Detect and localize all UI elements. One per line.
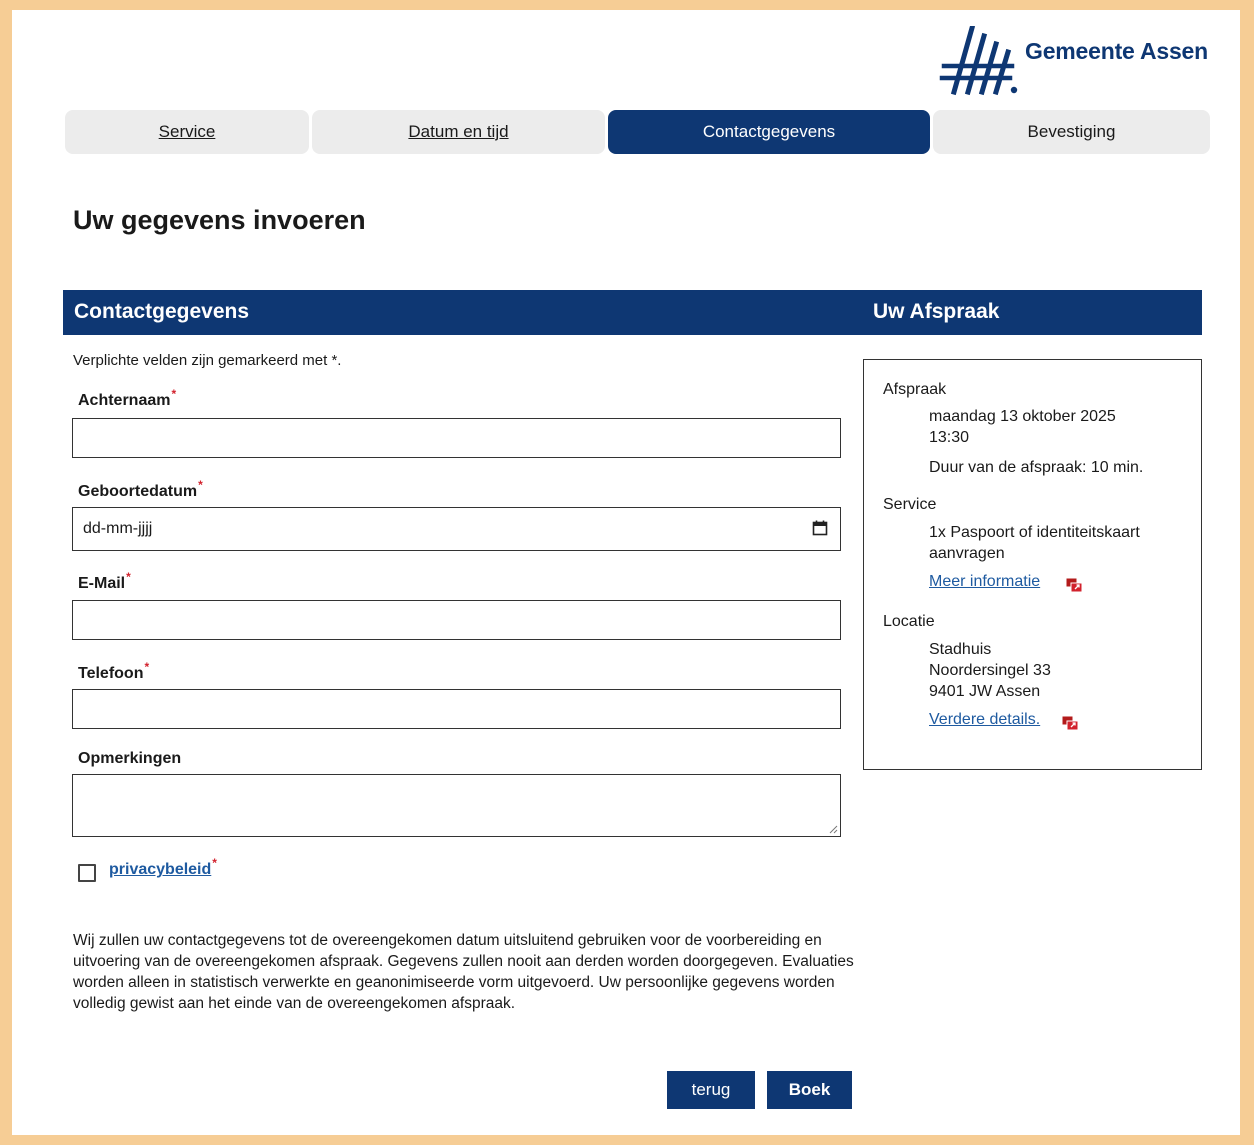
location-city: 9401 JW Assen [929, 683, 1041, 700]
tab-contactgegevens: Contactgegevens [608, 110, 930, 154]
appointment-section-title: Uw Afspraak [873, 300, 1000, 323]
location-name: Stadhuis [929, 641, 992, 658]
phone-label: Telefoon* [78, 660, 149, 683]
appointment-time: 13:30 [929, 429, 970, 446]
external-link-icon[interactable] [1062, 716, 1080, 731]
contact-section-title: Contactgegevens [74, 300, 250, 323]
external-link-icon[interactable] [1066, 578, 1084, 593]
privacy-statement: Wij zullen uw contactgegevens tot de ove… [73, 932, 854, 1012]
back-button[interactable]: terug [667, 1071, 755, 1109]
more-details-link[interactable]: Verdere details. [929, 711, 1040, 729]
tab-bevestiging-label: Bevestiging [1027, 122, 1116, 141]
required-marker: * [212, 856, 217, 870]
privacy-checkbox[interactable] [78, 864, 96, 882]
required-marker: * [126, 570, 131, 584]
email-label: E-Mail* [78, 570, 131, 593]
required-fields-note: Verplichte velden zijn gemarkeerd met *. [73, 352, 342, 369]
service-line-1: 1x Paspoort of identiteitskaart [929, 524, 1140, 541]
appointment-date: maandag 13 oktober 2025 [929, 408, 1116, 425]
privacy-link-text: privacybeleid [109, 861, 212, 878]
gemeente-assen-logo[interactable]: Gemeente Assen [938, 26, 1228, 106]
book-button[interactable]: Boek [767, 1071, 852, 1109]
required-marker: * [198, 478, 203, 492]
resize-grip-icon[interactable] [828, 824, 838, 834]
appointment-summary: Afspraak maandag 13 oktober 2025 13:30 D… [863, 359, 1202, 770]
service-label: Service [883, 496, 937, 513]
tab-datum-label: Datum en tijd [408, 122, 509, 141]
lastname-input[interactable] [72, 418, 841, 458]
birthdate-label-text: Geboortedatum [78, 483, 198, 500]
lastname-label-text: Achternaam [78, 392, 171, 409]
location-label: Locatie [883, 613, 935, 630]
tab-datum-en-tijd[interactable]: Datum en tijd [312, 110, 605, 154]
afspraak-label: Afspraak [883, 381, 947, 398]
remarks-label-text: Opmerkingen [78, 750, 182, 767]
remarks-textarea[interactable] [72, 774, 841, 837]
tab-service-label: Service [158, 122, 216, 141]
privacy-policy-link[interactable]: privacybeleid* [109, 856, 217, 879]
birthdate-input[interactable]: dd-mm-jjjj [72, 507, 841, 551]
tab-service[interactable]: Service [65, 110, 309, 154]
tab-bevestiging: Bevestiging [933, 110, 1210, 154]
page-title: Uw gegevens invoeren [73, 205, 366, 235]
brand-name: Gemeente Assen [1025, 38, 1208, 64]
required-marker: * [144, 660, 150, 674]
more-info-link[interactable]: Meer informatie [929, 573, 1040, 591]
location-street: Noordersingel 33 [929, 662, 1051, 679]
birthdate-label: Geboortedatum* [78, 478, 203, 501]
email-input[interactable] [72, 600, 841, 640]
appointment-duration: Duur van de afspraak: 10 min. [929, 459, 1144, 476]
assen-logo-icon [939, 26, 1018, 96]
phone-label-text: Telefoon [78, 665, 144, 682]
section-header-bar: Contactgegevens Uw Afspraak [63, 290, 1202, 335]
page: Gemeente Assen Service Datum en tijd Con… [12, 10, 1240, 1135]
service-line-2: aanvragen [929, 545, 1005, 562]
required-marker: * [171, 387, 177, 401]
email-label-text: E-Mail [78, 575, 126, 592]
tab-contact-label: Contactgegevens [702, 122, 836, 141]
calendar-icon[interactable] [812, 520, 828, 536]
birthdate-placeholder: dd-mm-jjjj [83, 520, 153, 537]
phone-input[interactable] [72, 689, 841, 729]
remarks-label: Opmerkingen [78, 750, 181, 768]
lastname-label: Achternaam* [78, 387, 176, 410]
